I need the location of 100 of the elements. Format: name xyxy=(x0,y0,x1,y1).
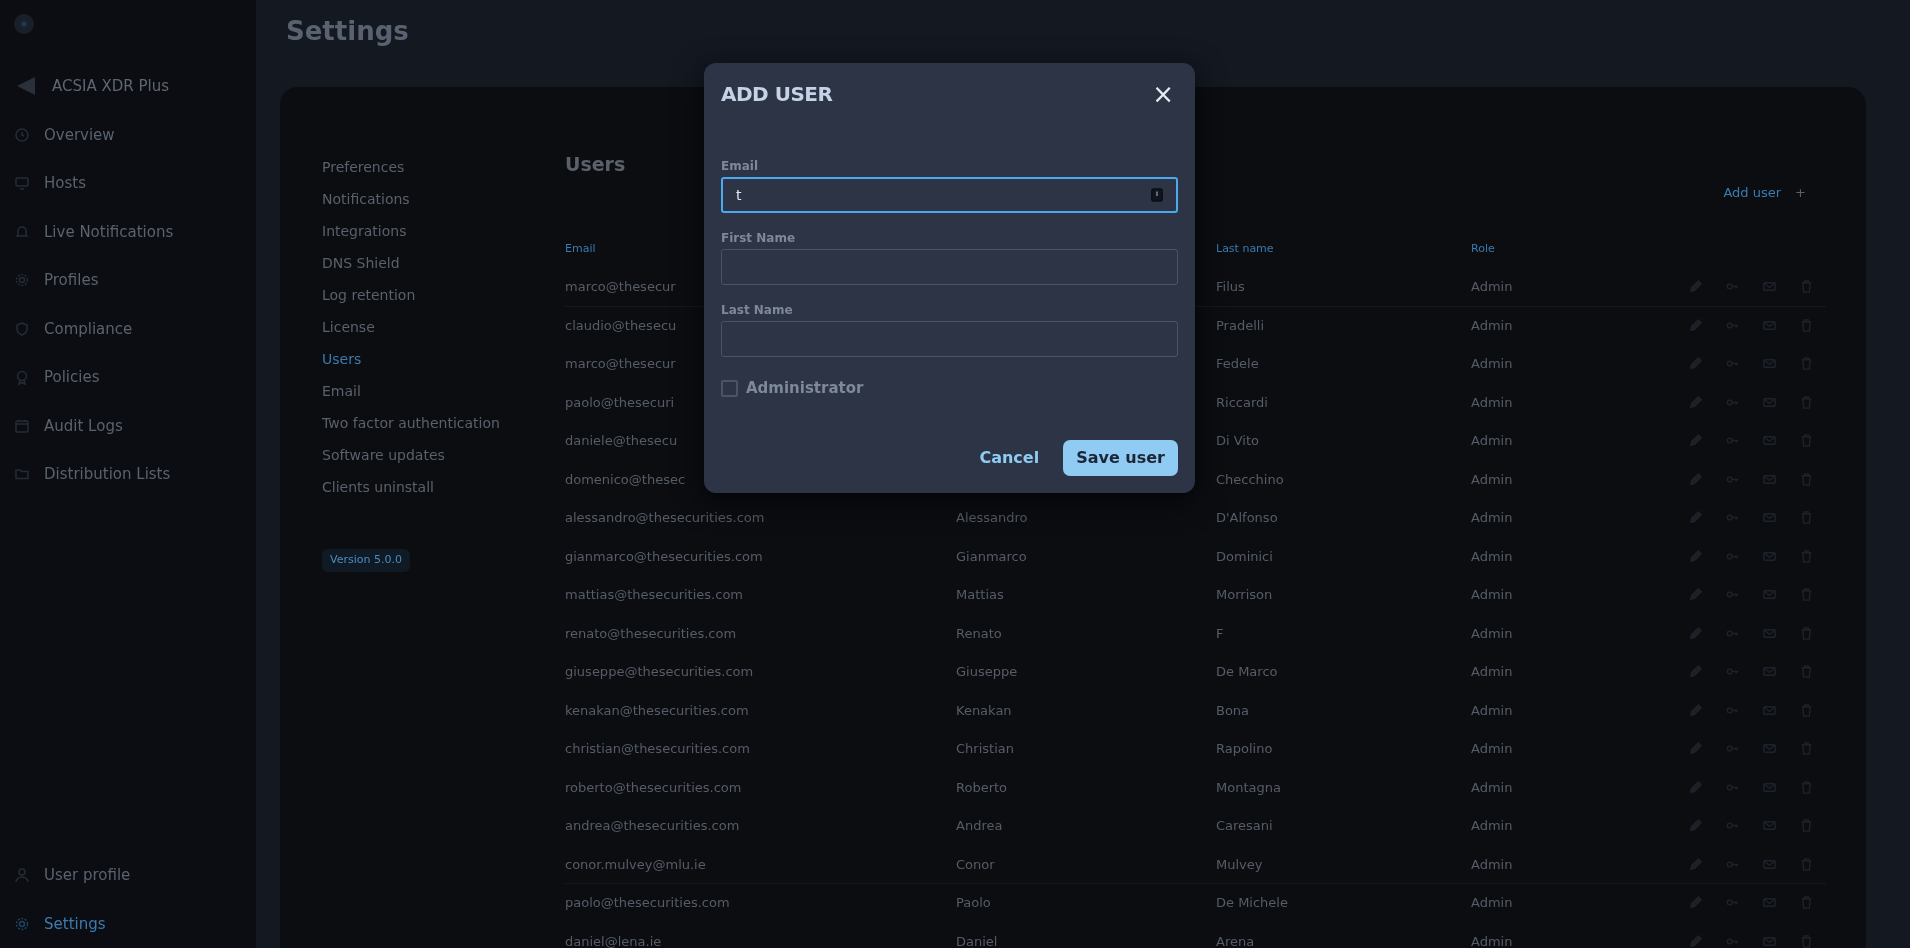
sidebar-item[interactable]: Settings xyxy=(14,899,256,948)
table-cell-text: Roberto xyxy=(956,778,1008,797)
calendar-icon xyxy=(14,417,30,434)
table-cell-text: domenico@thesec xyxy=(565,470,686,489)
settings-nav-item[interactable]: License xyxy=(322,317,565,349)
sidebar-item[interactable]: Compliance xyxy=(14,304,256,353)
plus-sign: + xyxy=(1795,183,1806,202)
table-cell-text: Di Vito xyxy=(1216,432,1260,450)
dialog-title: ADD USER xyxy=(721,81,833,108)
table-cell-text: christian@thesecurities.com xyxy=(565,740,750,758)
table-cell-text: Christian xyxy=(956,740,1014,758)
pencil-icon xyxy=(1688,741,1703,757)
table-cell-text: Renato xyxy=(956,624,1002,643)
pencil-icon xyxy=(1688,818,1703,834)
settings-nav-item[interactable]: Log retention xyxy=(322,285,565,317)
trash-icon xyxy=(1799,317,1814,333)
menu-toggle-button[interactable] xyxy=(14,14,34,34)
table-cell-text: Dominici xyxy=(1216,547,1273,566)
table-cell-text: paolo@thesecurities.com xyxy=(565,894,730,912)
column-header: Last name xyxy=(1216,241,1274,258)
table-cell-text: Admin xyxy=(1471,278,1513,296)
table-cell-text: Riccardi xyxy=(1216,393,1268,412)
input-field[interactable] xyxy=(721,321,1178,357)
pencil-icon xyxy=(1688,856,1703,872)
table-cell-text: daniel@lena.ie xyxy=(565,932,662,948)
input-field[interactable]: t xyxy=(721,177,1178,213)
trash-icon xyxy=(1799,818,1814,834)
sidebar-item[interactable]: Distribution Lists xyxy=(14,450,256,499)
table-cell-text: claudio@thesecu xyxy=(565,316,677,335)
table-cell-text: Admin xyxy=(1471,894,1513,912)
settings-nav-item[interactable]: Software updates xyxy=(322,445,565,477)
settings-nav-item[interactable]: Preferences xyxy=(322,157,565,189)
sidebar-item[interactable]: User profile xyxy=(14,851,256,900)
table-cell-text: Conor xyxy=(956,855,995,874)
trash-icon xyxy=(1799,510,1814,526)
table-cell-text: Admin xyxy=(1471,547,1513,566)
sidebar-item[interactable]: Audit Logs xyxy=(14,401,256,450)
password-manager-icon xyxy=(1150,187,1164,203)
sidebar-item[interactable]: Live Notifications xyxy=(14,207,256,256)
sidebar-item[interactable]: Profiles xyxy=(14,256,256,305)
trash-icon xyxy=(1799,933,1814,948)
field-label: Last Name xyxy=(721,302,794,319)
table-cell-text: D'Alfonso xyxy=(1216,509,1278,527)
table-cell-text: renato@thesecurities.com xyxy=(565,624,737,643)
table-cell-text: Morrison xyxy=(1216,586,1273,604)
table-cell-text: Caresani xyxy=(1216,817,1273,835)
table-cell-text: Admin xyxy=(1471,355,1513,373)
table-cell-text: Rapolino xyxy=(1216,740,1273,758)
table-cell-text: Admin xyxy=(1471,586,1513,604)
table-cell-text: Admin xyxy=(1471,701,1513,720)
pencil-icon xyxy=(1688,356,1703,372)
page-title: Settings xyxy=(286,15,410,48)
table-cell-text: Daniel xyxy=(956,932,998,948)
table-cell-text: F xyxy=(1216,624,1224,643)
trash-icon xyxy=(1799,433,1814,449)
input-field[interactable] xyxy=(721,249,1178,285)
close-button[interactable]: × xyxy=(1148,81,1178,107)
settings-nav-item[interactable]: Email xyxy=(322,381,565,413)
pencil-icon xyxy=(1688,779,1703,795)
trash-icon xyxy=(1799,895,1814,911)
gear-icon xyxy=(14,272,30,289)
cancel-button[interactable]: Cancel xyxy=(971,439,1048,476)
sidebar-item[interactable]: Overview xyxy=(14,110,256,159)
gear-icon xyxy=(14,915,30,932)
settings-nav-item[interactable]: Notifications xyxy=(322,189,565,221)
table-cell-text: daniele@thesecu xyxy=(565,432,678,450)
trash-icon xyxy=(1799,548,1814,564)
administrator-checkbox[interactable] xyxy=(721,379,738,397)
table-cell-text: Andrea xyxy=(956,817,1003,835)
pencil-icon xyxy=(1688,625,1703,641)
shield-icon xyxy=(14,320,30,337)
table-cell-text: mattias@thesecurities.com xyxy=(565,586,743,604)
sidebar-item[interactable]: Policies xyxy=(14,353,256,402)
table-cell-text: kenakan@thesecurities.com xyxy=(565,701,749,720)
table-cell-text: Gianmarco xyxy=(956,547,1027,566)
column-header: Role xyxy=(1471,241,1495,258)
trash-icon xyxy=(1799,471,1814,487)
table-cell-text: Admin xyxy=(1471,817,1513,835)
table-cell-text: Admin xyxy=(1471,509,1513,527)
trash-icon xyxy=(1799,394,1814,410)
add-user-link[interactable]: Add user xyxy=(1723,182,1782,202)
table-cell-text: Giuseppe xyxy=(956,663,1018,681)
settings-nav-item[interactable]: DNS Shield xyxy=(322,253,565,285)
save-user-button[interactable]: Save user xyxy=(1063,439,1178,476)
table-cell-text: Pradelli xyxy=(1216,316,1264,335)
table-cell-text: Filus xyxy=(1216,278,1245,296)
table-cell-text: Arena xyxy=(1216,932,1255,948)
table-cell-text: Alessandro xyxy=(956,509,1028,527)
sidebar-item[interactable]: Hosts xyxy=(14,159,256,208)
settings-nav-item[interactable]: Users xyxy=(322,349,565,381)
pencil-icon xyxy=(1688,548,1703,564)
pencil-icon xyxy=(1688,895,1703,911)
settings-nav-item[interactable]: Integrations xyxy=(322,221,565,253)
version-tag: Version 5.0.0 xyxy=(322,549,410,572)
settings-nav-item[interactable]: Two factor authentication xyxy=(322,413,565,445)
trash-icon xyxy=(1799,856,1814,872)
settings-nav-item[interactable]: Clients uninstall xyxy=(322,477,565,509)
table-cell-text: De Michele xyxy=(1216,894,1288,912)
table-cell-text: Fedele xyxy=(1216,355,1259,373)
pencil-icon xyxy=(1688,587,1703,603)
